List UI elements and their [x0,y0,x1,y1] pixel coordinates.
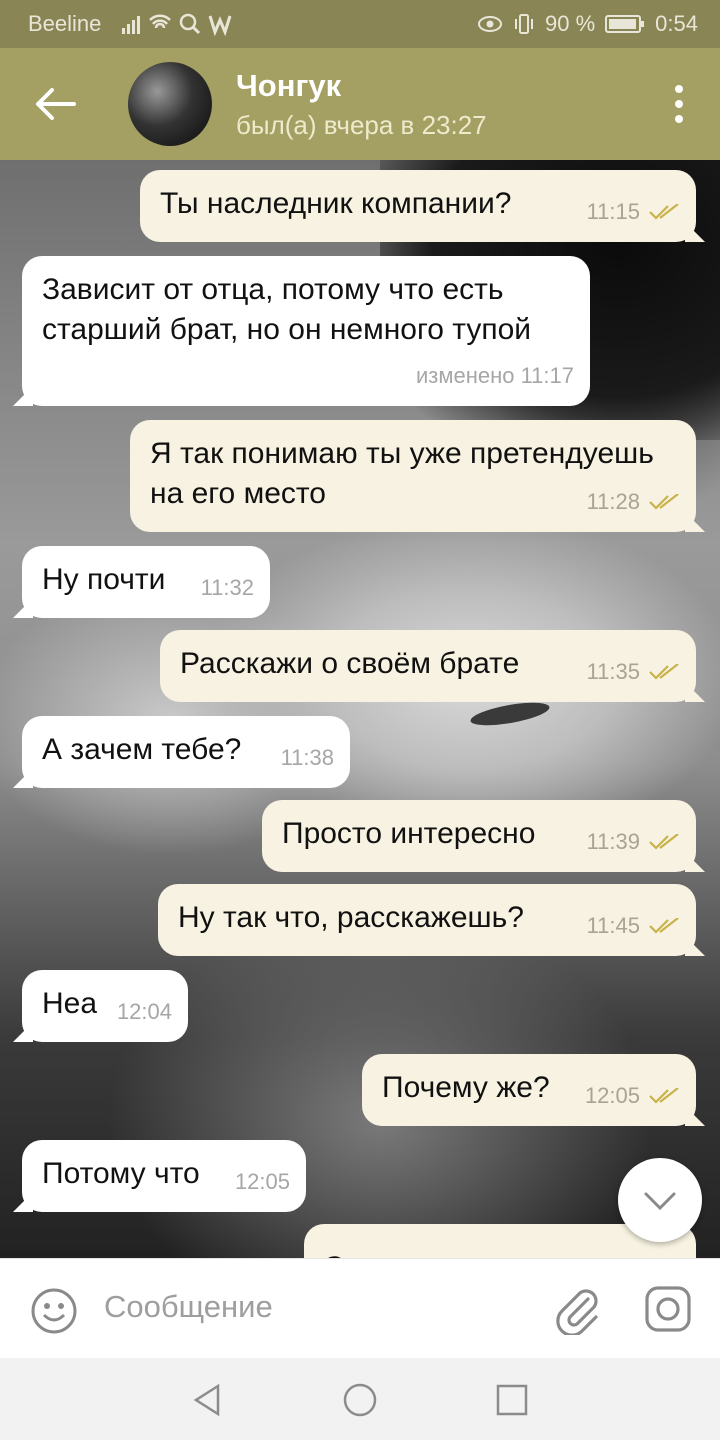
double-check-icon [649,204,679,220]
message-incoming[interactable]: А зачем тебе? 11:38 [22,716,350,788]
double-check-icon [649,664,679,680]
chevron-down-icon [644,1192,676,1211]
double-check-icon [649,834,679,850]
double-check-icon [649,494,679,510]
battery-icon [605,15,645,33]
message-outgoing[interactable]: Я так понимаю ты уже претендуешь на его … [130,420,696,532]
status-bar: Beeline 90 % 0:54 [0,0,720,48]
message-time: 12:05 [234,1169,290,1194]
contact-name[interactable]: Чонгук [236,68,341,104]
message-time: 12:05 [584,1083,640,1108]
paperclip-icon[interactable] [552,1283,602,1335]
message-time: 11:28 [586,489,640,514]
scroll-down-button[interactable] [618,1158,702,1242]
eye-icon [478,16,503,32]
message-input[interactable]: Сообщение [104,1289,273,1325]
more-vertical-icon[interactable] [674,84,684,124]
chat-background[interactable]: Ты наследник компании? 11:15 Зависит от … [0,160,720,1258]
nav-home-icon[interactable] [340,1380,380,1420]
vibrate-icon [515,14,534,34]
message-incoming[interactable]: Неа 12:04 [22,970,188,1042]
nav-recents-icon[interactable] [492,1380,532,1420]
last-seen-status: был(а) вчера в 23:27 [236,110,487,140]
message-outgoing[interactable]: Ты наследник компании? 11:15 [140,170,696,242]
carrier-name: Beeline [28,11,102,36]
message-time: изменено 11:17 [415,363,574,388]
chat-header: Чонгук был(а) вчера в 23:27 [0,48,720,160]
message-time: 11:32 [200,575,254,600]
avatar[interactable] [128,62,212,146]
wallpaper-detail [469,698,551,730]
arrow-left-icon[interactable] [30,84,80,124]
message-outgoing[interactable]: Просто интересно 11:39 [262,800,696,872]
system-nav-bar [0,1358,720,1440]
message-incoming[interactable]: Зависит от отца, потому что есть старший… [22,256,590,406]
message-text: Это не причина [324,1248,676,1258]
double-check-icon [649,918,679,934]
message-composer: Сообщение [0,1258,720,1359]
battery-percent: 90 % [545,11,596,36]
message-time: 11:45 [586,913,640,938]
nav-back-icon[interactable] [188,1380,228,1420]
message-text: Зависит от отца, потому что есть старший… [42,273,532,346]
message-incoming[interactable]: Ну почти 11:32 [22,546,270,618]
message-time: 12:04 [116,999,172,1024]
camera-icon[interactable] [644,1285,692,1333]
clock: 0:54 [655,11,698,36]
message-incoming[interactable]: Потому что 12:05 [22,1140,306,1212]
message-time: 11:15 [586,199,640,224]
message-time: 11:38 [280,745,334,770]
smiley-icon[interactable] [30,1287,78,1335]
message-outgoing[interactable]: Ну так что, расскажешь? 11:45 [158,884,696,956]
double-check-icon [649,1088,679,1104]
message-time: 11:39 [586,829,640,854]
message-time: 11:35 [586,659,640,684]
signal-wifi-icons [122,13,232,37]
message-outgoing[interactable]: Почему же? 12:05 [362,1054,696,1126]
message-outgoing[interactable]: Расскажи о своём брате 11:35 [160,630,696,702]
